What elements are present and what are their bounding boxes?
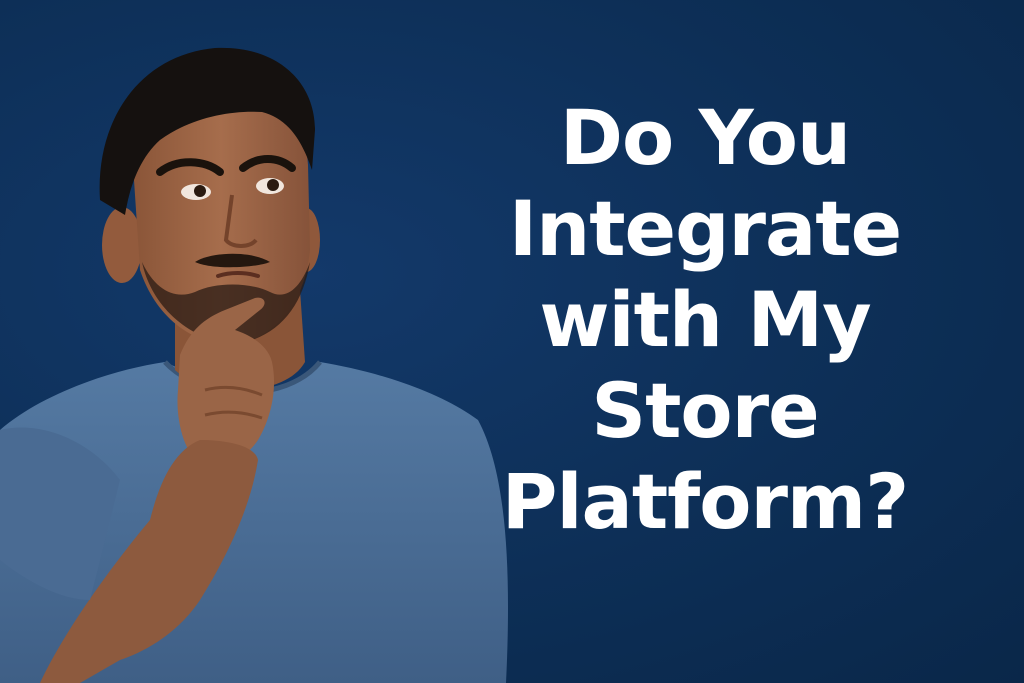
- headline-line-3: with My: [539, 275, 871, 364]
- headline: Do You Integrate with My Store Platform?: [470, 92, 940, 547]
- headline-line-2: Integrate: [508, 184, 902, 273]
- headline-line-5: Platform?: [501, 457, 909, 546]
- thinking-man-photo: [0, 47, 508, 683]
- headline-line-4: Store: [591, 366, 819, 455]
- thumbnail-canvas: Do You Integrate with My Store Platform?: [0, 0, 1024, 683]
- headline-line-1: Do You: [559, 93, 851, 182]
